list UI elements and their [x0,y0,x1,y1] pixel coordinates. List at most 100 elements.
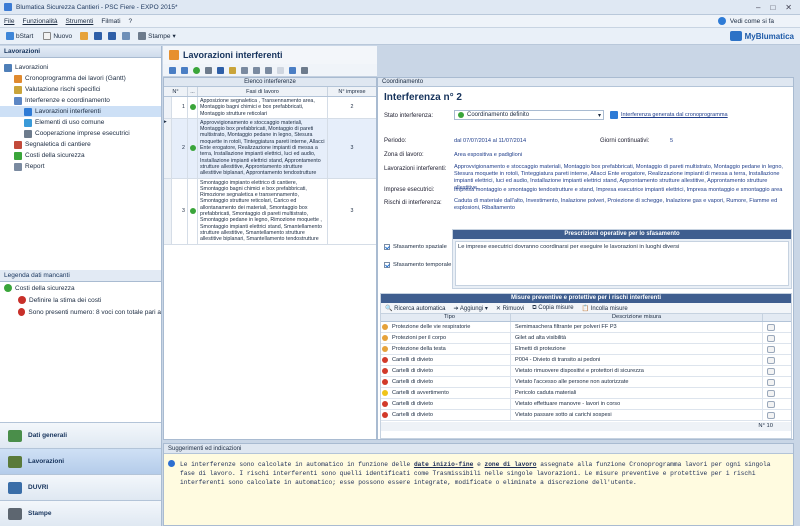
row-selector[interactable] [164,97,172,118]
tree-item[interactable]: Lavorazioni [0,62,161,73]
stato-select[interactable]: Coordinamento definito ▾ [454,110,604,120]
col-tipo[interactable]: Tipo [389,314,511,321]
nav-dati-generali[interactable]: Dati generali [0,422,161,448]
copia-misure-button[interactable]: ⧉ Copia misure [532,305,573,312]
measure-edit-button[interactable] [767,400,775,408]
col-fasi[interactable]: Fasi di lavoro [198,87,328,96]
col-imprese[interactable]: N° imprese [328,87,376,96]
sfasamento-temporale-label: Sfasamento temporale [393,262,452,268]
tree-item[interactable]: Segnaletica di cantiere [0,139,161,150]
tree-item[interactable]: Valutazione rischi specifici [0,84,161,95]
measure-edit-button[interactable] [767,345,775,353]
open-folder-icon[interactable] [80,32,89,40]
cronoprogramma-link[interactable]: Interferenza generata dal cronoprogramma [621,112,728,119]
up-arrow-icon[interactable] [169,66,176,74]
measure-row[interactable]: Cartelli di avvertimento Pericolo caduta … [381,388,791,399]
filter-icon[interactable] [205,66,212,74]
ricerca-automatica-button[interactable]: 🔍 Ricerca automatica [385,305,446,312]
title-bar: Blumatica Sicurezza Cantieri - PSC Fiere… [0,0,800,15]
save-all-icon[interactable] [122,32,131,40]
legend-item[interactable]: Sono presenti numero: 8 voci con totale … [0,306,161,318]
grid-icon[interactable] [253,66,260,74]
tree-item[interactable]: Cronoprogramma dei lavori (Gantt) [0,73,161,84]
layout-icon[interactable] [265,66,272,74]
new-button[interactable]: Nuovo [41,31,74,41]
print-button[interactable]: Stampe ▾ [136,31,178,41]
tree-item[interactable]: Lavorazioni interferenti [0,106,161,117]
nav-duvri[interactable]: DUVRI [0,474,161,500]
row-selector[interactable] [164,178,172,244]
legend-header: Legenda dati mancanti [0,270,161,282]
legend-item-label: Costi della sicurezza [15,284,75,292]
rimuovi-button[interactable]: ✕ Rimuovi [496,305,524,312]
measure-row[interactable]: Protezione delle vie respiratorie Semimas… [381,322,791,333]
table-row[interactable]: 1 Apposizione segnaletica , Transennament… [164,97,376,119]
legend-item[interactable]: Costi della sicurezza [0,282,161,294]
tree-item-label: Cronoprogramma dei lavori (Gantt) [25,75,126,82]
sort-icon[interactable] [181,66,188,74]
refresh-icon[interactable] [193,66,200,74]
periodo-value: dal 07/07/2014 al 11/07/2014 [454,138,527,144]
edit-icon[interactable] [229,66,236,74]
lavorazioni-interferenti-icon [169,50,179,60]
save-as-icon[interactable] [108,32,117,40]
minimize-icon[interactable]: – [756,3,760,12]
menu-help[interactable]: ? [129,18,133,25]
row-selector[interactable]: ▸ [164,118,172,178]
aggiungi-button[interactable]: ➔ Aggiungi ▾ [454,305,488,312]
measure-edit-button[interactable] [767,389,775,397]
misure-toolbar: 🔍 Ricerca automatica ➔ Aggiungi ▾ ✕ Rimu… [381,303,791,314]
misure-columns: Tipo Descrizione misura [381,314,791,322]
save-icon[interactable] [94,32,103,40]
measure-edit-button[interactable] [767,323,775,331]
menu-strumenti[interactable]: Strumenti [66,18,94,25]
legend-item[interactable]: Definire la stima dei costi [0,294,161,306]
tree-item[interactable]: Interferenze e coordinamento [0,95,161,106]
menu-file[interactable]: File [4,18,14,25]
col-n[interactable]: N° [164,87,188,96]
close-icon[interactable]: ✕ [785,3,792,12]
export-icon[interactable] [289,66,296,74]
binoculars-icon[interactable] [217,66,224,74]
window-icon[interactable] [241,66,248,74]
blank-icon[interactable] [277,66,284,74]
tree-item[interactable]: Elementi di uso comune [0,117,161,128]
prescrizioni-text[interactable]: Le imprese esecutrici dovranno coordinar… [455,241,789,286]
measure-row[interactable]: Cartelli di divieto Vietato passare sotto… [381,410,791,421]
measure-edit-button[interactable] [767,356,775,364]
tree-item[interactable]: Cooperazione imprese esecutrici [0,128,161,139]
myblumatica-logo[interactable]: MyBlumatica [729,31,794,41]
measure-row[interactable]: Cartelli di divieto Vietato rimuovere dis… [381,366,791,377]
measure-edit-button[interactable] [767,334,775,342]
menu-filmati[interactable]: Filmati [101,18,120,25]
nav-lavorazioni[interactable]: Lavorazioni [0,448,161,474]
row-imprese: 2 [350,104,354,111]
table-row[interactable]: ▸ 2 Approvvigionamento e stoccaggio materi… [164,118,376,179]
measure-row[interactable]: Protezione della testa Elmetti di protezi… [381,344,791,355]
help-link[interactable]: Vedi come si fa [730,18,774,25]
nav-stampe[interactable]: Stampe [0,500,161,526]
measure-row[interactable]: Cartelli di divieto Vietato l'accesso all… [381,377,791,388]
measure-type: Cartelli di divieto [389,366,511,376]
incolla-misure-button[interactable]: 📋 Incolla misure [582,305,628,312]
sfasamento-temporale-checkbox[interactable]: Sfasamento temporale [384,262,451,268]
measure-row[interactable]: Cartelli di divieto Vietato effettuare ma… [381,399,791,410]
tree-item[interactable]: Report [0,161,161,172]
measure-edit-button[interactable] [767,411,775,419]
table-row[interactable]: 3 Smontaggio impianto elettrico di cantie… [164,178,376,245]
measure-edit-button[interactable] [767,378,775,386]
dpi-icon [382,324,388,330]
tree-item[interactable]: Costi della sicurezza [0,150,161,161]
col-descrizione[interactable]: Descrizione misura [511,314,763,321]
tree-item-label: Costi della sicurezza [25,152,85,159]
col-status[interactable]: ... [188,87,198,96]
measure-row[interactable]: Cartelli di divieto P004 - Divieto di tra… [381,355,791,366]
measure-row[interactable]: Protezioni per il corpo Gilet ad alta vis… [381,333,791,344]
maximize-icon[interactable]: □ [770,3,775,12]
menu-funzionalita[interactable]: Funzionalità [22,18,57,25]
measure-edit-button[interactable] [767,367,775,375]
sfasamento-spaziale-checkbox[interactable]: Sfasamento spaziale [384,244,447,250]
checkbox-checked-icon [384,244,390,250]
print-icon[interactable] [301,66,308,74]
bstart-button[interactable]: bStart [4,31,35,41]
